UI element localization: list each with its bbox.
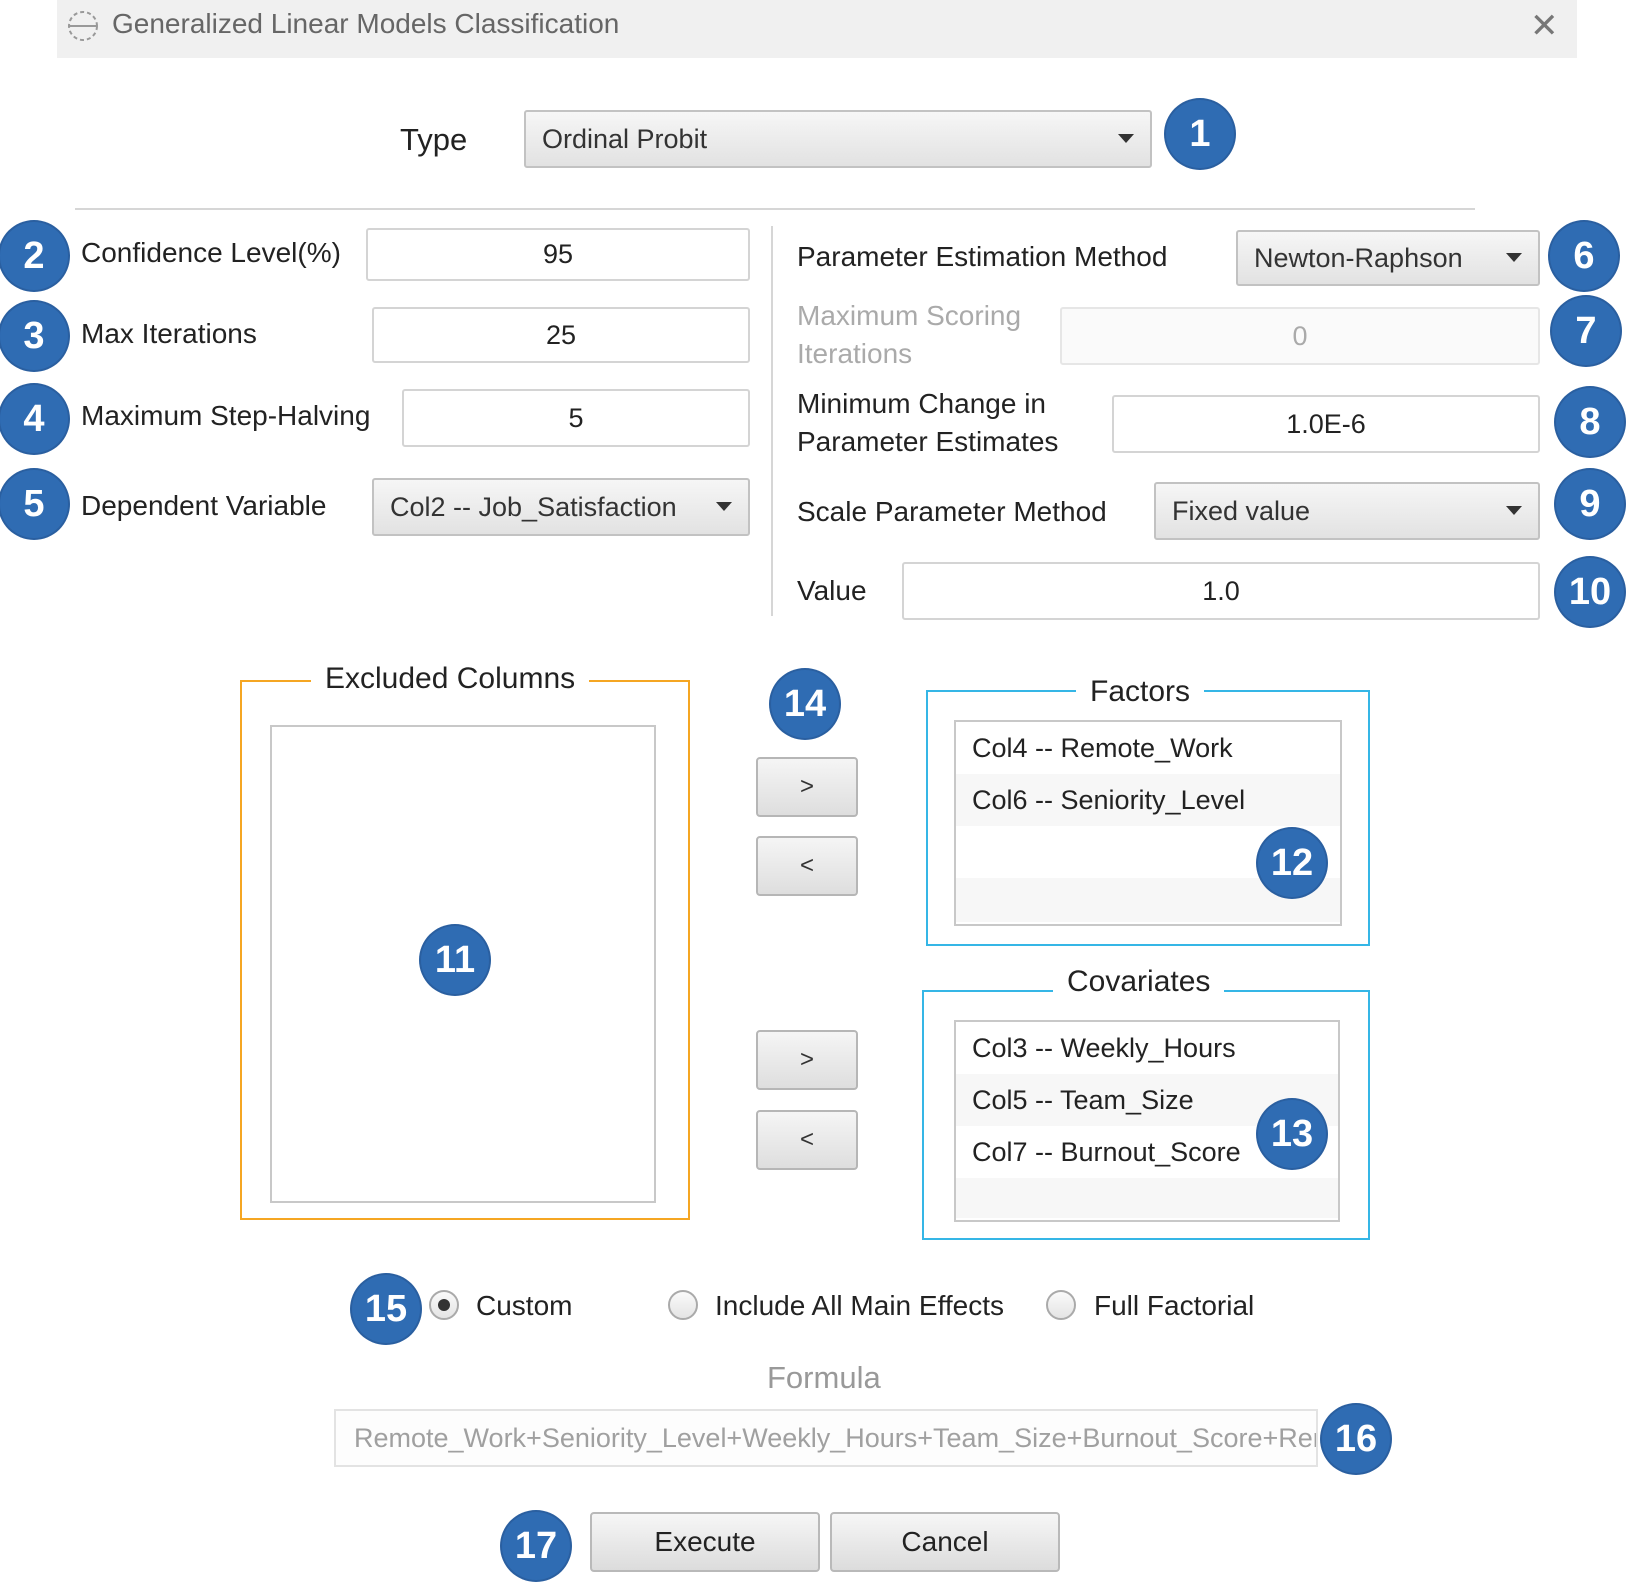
max-scoring-label-line2: Iterations (797, 338, 913, 369)
value-input[interactable]: 1.0 (902, 562, 1540, 620)
badge-14: 14 (771, 670, 839, 738)
formula-label: Formula (767, 1360, 881, 1395)
value-label: Value (797, 575, 867, 606)
badge-13: 13 (1258, 1100, 1326, 1168)
badge-7: 7 (1552, 297, 1620, 365)
divider-vertical (771, 226, 773, 616)
badge-8: 8 (1556, 388, 1624, 456)
max-iterations-input[interactable]: 25 (372, 307, 750, 363)
type-label: Type (400, 122, 468, 157)
execute-button[interactable]: Execute (590, 1512, 820, 1572)
divider (75, 208, 1475, 210)
chevron-down-icon (716, 502, 732, 511)
formula-input[interactable]: Remote_Work+Seniority_Level+Weekly_Hours… (334, 1409, 1318, 1467)
badge-11: 11 (421, 926, 489, 994)
scale-method-label: Scale Parameter Method (797, 496, 1107, 527)
min-change-input[interactable]: 1.0E-6 (1112, 395, 1540, 453)
badge-2: 2 (0, 222, 68, 290)
confidence-label: Confidence Level(%) (81, 237, 341, 268)
covariates-title: Covariates (1053, 965, 1225, 999)
badge-15: 15 (352, 1275, 420, 1343)
badge-1: 1 (1166, 100, 1234, 168)
move-to-covariates-button[interactable]: > (756, 1030, 858, 1090)
max-step-halving-label: Maximum Step-Halving (81, 400, 371, 431)
list-item-empty (956, 1178, 1338, 1218)
cancel-button[interactable]: Cancel (830, 1512, 1060, 1572)
estimation-method-select[interactable]: Newton-Raphson (1236, 230, 1540, 286)
list-item[interactable]: Col3 -- Weekly_Hours (956, 1022, 1338, 1074)
window-title: Generalized Linear Models Classification (112, 8, 620, 39)
close-icon[interactable]: ✕ (1530, 6, 1559, 46)
excluded-columns-title: Excluded Columns (311, 662, 590, 696)
full-factorial-radio[interactable] (1046, 1290, 1076, 1320)
full-factorial-radio-label[interactable]: Full Factorial (1094, 1290, 1254, 1322)
list-item[interactable]: Col4 -- Remote_Work (956, 722, 1340, 774)
dependent-variable-label: Dependent Variable (81, 490, 327, 521)
badge-3: 3 (0, 302, 68, 370)
badge-12: 12 (1258, 829, 1326, 897)
chevron-down-icon (1506, 506, 1522, 515)
max-scoring-input: 0 (1060, 307, 1540, 365)
dependent-variable-select[interactable]: Col2 -- Job_Satisfaction (372, 478, 750, 536)
badge-10: 10 (1556, 558, 1624, 626)
estimation-method-value: Newton-Raphson (1254, 242, 1463, 273)
badge-9: 9 (1556, 470, 1624, 538)
list-item[interactable]: Col6 -- Seniority_Level (956, 774, 1340, 826)
estimation-method-label: Parameter Estimation Method (797, 241, 1168, 272)
move-to-factors-button[interactable]: > (756, 757, 858, 817)
custom-radio[interactable] (429, 1290, 459, 1320)
badge-5: 5 (0, 470, 68, 538)
confidence-input[interactable]: 95 (366, 228, 750, 281)
factors-title: Factors (1076, 675, 1205, 709)
main-effects-radio-label[interactable]: Include All Main Effects (715, 1290, 1004, 1322)
badge-6: 6 (1550, 222, 1618, 290)
min-change-label-line1: Minimum Change in (797, 388, 1046, 419)
max-iterations-label: Max Iterations (81, 318, 257, 349)
badge-16: 16 (1322, 1405, 1390, 1473)
max-scoring-label-line1: Maximum Scoring (797, 300, 1022, 331)
remove-from-covariates-button[interactable]: < (756, 1110, 858, 1170)
type-select-value: Ordinal Probit (542, 123, 708, 154)
main-effects-radio[interactable] (668, 1290, 698, 1320)
scale-method-select[interactable]: Fixed value (1154, 482, 1540, 540)
type-select[interactable]: Ordinal Probit (524, 110, 1152, 168)
min-change-label-line2: Parameter Estimates (797, 426, 1059, 457)
scale-method-value: Fixed value (1172, 495, 1311, 526)
app-icon (68, 11, 98, 41)
max-step-halving-input[interactable]: 5 (402, 389, 750, 447)
custom-radio-label[interactable]: Custom (476, 1290, 572, 1322)
badge-4: 4 (0, 385, 68, 453)
chevron-down-icon (1118, 134, 1134, 143)
chevron-down-icon (1506, 253, 1522, 262)
remove-from-factors-button[interactable]: < (756, 836, 858, 896)
badge-17: 17 (502, 1512, 570, 1580)
dependent-variable-value: Col2 -- Job_Satisfaction (390, 491, 677, 522)
